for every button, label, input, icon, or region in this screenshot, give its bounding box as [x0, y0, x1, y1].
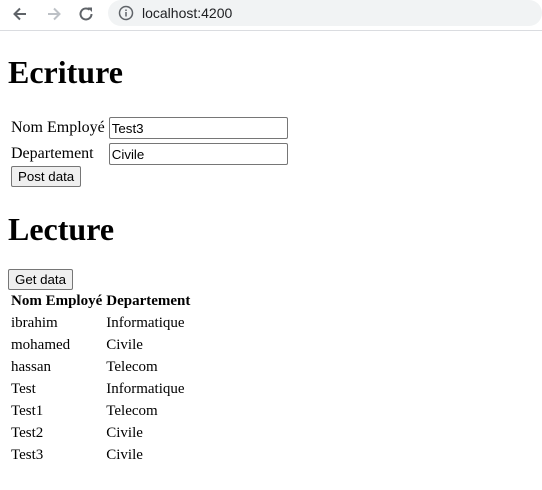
table-row: Test Informatique [10, 379, 191, 399]
table-row: hassan Telecom [10, 357, 191, 377]
back-button[interactable] [8, 3, 32, 25]
forward-arrow-icon [48, 7, 61, 21]
cell-departement: Telecom [106, 358, 158, 375]
table-row: Test3 Civile [10, 445, 191, 465]
table-header-row: Nom Employé Departement [10, 291, 191, 311]
cell-departement: Informatique [106, 380, 185, 397]
departement-input[interactable] [108, 143, 288, 165]
ecriture-heading: Ecriture [8, 54, 123, 90]
table-row: Test1 Telecom [10, 401, 191, 421]
form-row-nom: Nom Employé [10, 116, 289, 140]
nom-label: Nom Employé [11, 119, 105, 136]
cell-nom: ibrahim [11, 314, 58, 331]
browser-toolbar: localhost:4200 [0, 0, 542, 31]
nom-input[interactable] [108, 117, 288, 139]
info-icon[interactable] [118, 5, 134, 21]
back-arrow-icon [13, 7, 26, 21]
cell-departement: Informatique [106, 314, 185, 331]
cell-departement: Civile [106, 424, 143, 441]
forward-button[interactable] [42, 3, 66, 25]
address-bar[interactable]: localhost:4200 [108, 0, 542, 26]
cell-nom: hassan [11, 358, 51, 375]
cell-nom: Test [11, 380, 36, 397]
post-data-button[interactable]: Post data [11, 166, 82, 187]
cell-nom: Test1 [11, 402, 44, 419]
column-header-departement: Departement [106, 292, 191, 309]
cell-nom: mohamed [11, 336, 71, 353]
table-row: mohamed Civile [10, 335, 191, 355]
column-header-nom: Nom Employé [11, 292, 103, 309]
cell-nom: Test2 [11, 424, 44, 441]
employee-form: Nom Employé Departement [8, 114, 291, 168]
departement-label: Departement [11, 145, 94, 162]
form-row-departement: Departement [10, 142, 289, 166]
reload-button[interactable] [74, 3, 98, 25]
cell-departement: Telecom [106, 402, 158, 419]
url-text: localhost:4200 [142, 5, 233, 21]
cell-departement: Civile [106, 336, 143, 353]
cell-departement: Civile [106, 446, 143, 463]
table-row: ibrahim Informatique [10, 313, 191, 333]
reload-icon [79, 7, 93, 21]
table-row: Test2 Civile [10, 423, 191, 443]
cell-nom: Test3 [11, 446, 44, 463]
lecture-heading: Lecture [8, 211, 115, 247]
employee-table: Nom Employé Departement ibrahim Informat… [8, 289, 193, 467]
get-data-button[interactable]: Get data [8, 269, 74, 290]
